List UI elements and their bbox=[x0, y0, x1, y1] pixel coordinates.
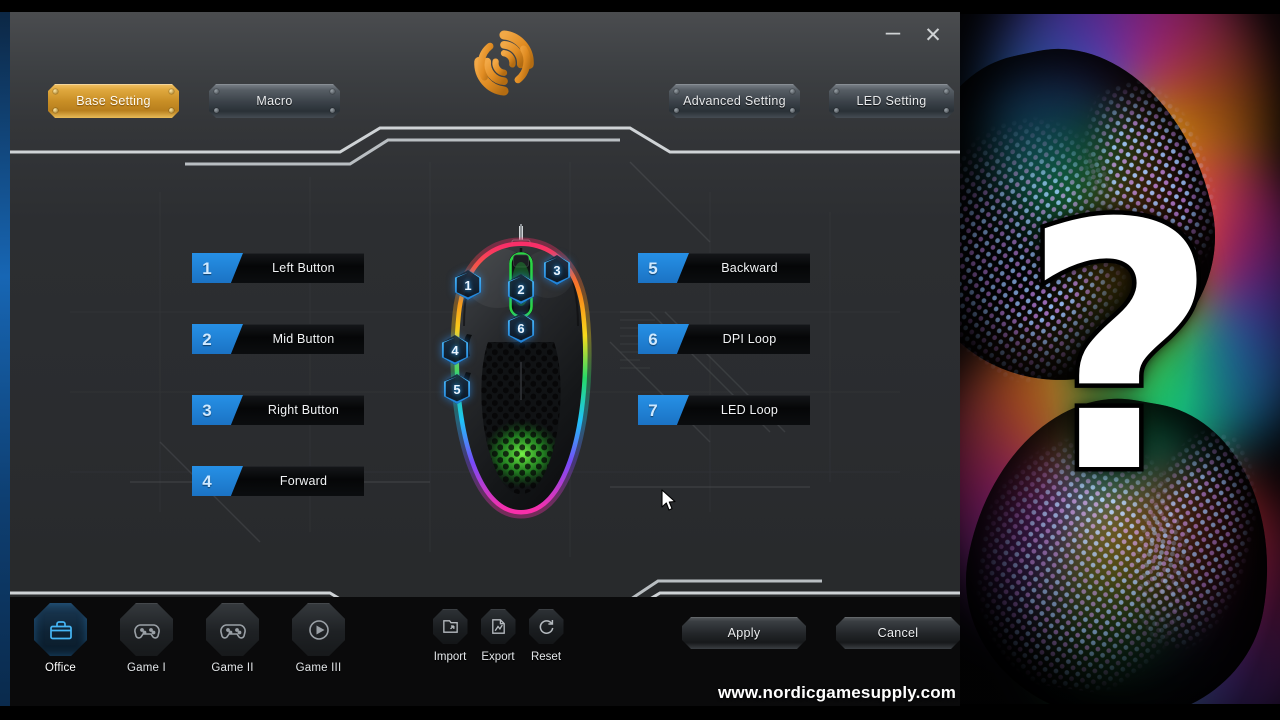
assignment-number-4: 4 bbox=[192, 466, 222, 496]
assignment-number-2: 2 bbox=[192, 324, 222, 354]
letterbox-bottom bbox=[0, 706, 1280, 720]
assignment-row-3[interactable]: 3 Right Button bbox=[192, 395, 364, 425]
app-window: – ✕ Base Setting Macro Advanced Setting bbox=[10, 12, 960, 708]
assignment-label-3: Right Button bbox=[231, 395, 364, 425]
desktop-background-edge bbox=[0, 12, 10, 708]
tab-macro[interactable]: Macro bbox=[209, 84, 340, 118]
profile-game-2-label: Game II bbox=[211, 662, 254, 674]
letterbox-top bbox=[0, 0, 1280, 12]
profile-selector: Office Game I Game II Game III bbox=[34, 603, 345, 674]
profile-game-1[interactable]: Game I bbox=[120, 603, 173, 674]
assignment-label-6: DPI Loop bbox=[677, 324, 810, 354]
tab-led-setting-label: LED Setting bbox=[856, 94, 927, 108]
screenshot-root: ? – ✕ Base Setting Macro Advanced Settin… bbox=[0, 0, 1280, 720]
assignment-row-7[interactable]: 7 LED Loop bbox=[638, 395, 810, 425]
tab-macro-label: Macro bbox=[256, 94, 293, 108]
commit-actions: Apply Cancel bbox=[682, 617, 960, 649]
profile-office[interactable]: Office bbox=[34, 603, 87, 674]
import-label: Import bbox=[433, 651, 467, 663]
briefcase-icon bbox=[34, 603, 87, 656]
assignment-row-6[interactable]: 6 DPI Loop bbox=[638, 324, 810, 354]
tab-base-setting[interactable]: Base Setting bbox=[48, 84, 179, 118]
assignment-row-1[interactable]: 1 Left Button bbox=[192, 253, 364, 283]
tab-bar: Base Setting Macro Advanced Setting LED … bbox=[10, 12, 960, 128]
assignment-row-4[interactable]: 4 Forward bbox=[192, 466, 364, 496]
export-label: Export bbox=[481, 651, 515, 663]
assignment-number-1: 1 bbox=[192, 253, 222, 283]
profile-game-3[interactable]: Game III bbox=[292, 603, 345, 674]
export-action[interactable]: Export bbox=[478, 609, 518, 663]
assignment-label-1: Left Button bbox=[231, 253, 364, 283]
reset-label: Reset bbox=[530, 651, 562, 663]
profile-game-3-label: Game III bbox=[295, 662, 342, 674]
file-actions: Import Export Reset bbox=[430, 609, 566, 663]
assignment-number-5: 5 bbox=[638, 253, 668, 283]
import-action[interactable]: Import bbox=[430, 609, 470, 663]
assignment-label-5: Backward bbox=[677, 253, 810, 283]
profile-office-label: Office bbox=[44, 662, 77, 674]
tab-base-setting-label: Base Setting bbox=[76, 94, 151, 108]
assignment-row-5[interactable]: 5 Backward bbox=[638, 253, 810, 283]
gamepad-icon bbox=[206, 603, 259, 656]
assignment-number-6: 6 bbox=[638, 324, 668, 354]
cancel-button[interactable]: Cancel bbox=[836, 617, 960, 649]
mouse-illustration bbox=[450, 224, 592, 519]
main-stage: 1 Left Button 2 Mid Button 3 Right Butto… bbox=[10, 152, 960, 582]
tab-advanced-setting-label: Advanced Setting bbox=[683, 94, 786, 108]
assignment-number-7: 7 bbox=[638, 395, 668, 425]
watermark: www.nordicgamesupply.com bbox=[718, 683, 957, 702]
assignment-label-4: Forward bbox=[231, 466, 364, 496]
tab-advanced-setting[interactable]: Advanced Setting bbox=[669, 84, 800, 118]
profile-game-1-label: Game I bbox=[127, 662, 166, 674]
mouse-diagram[interactable]: 1 2 3 4 5 6 bbox=[426, 222, 616, 522]
export-icon bbox=[480, 609, 516, 644]
assignment-number-3: 3 bbox=[192, 395, 222, 425]
reset-action[interactable]: Reset bbox=[526, 609, 566, 663]
assignment-label-2: Mid Button bbox=[231, 324, 364, 354]
gamepad-icon bbox=[120, 603, 173, 656]
app-header: – ✕ Base Setting Macro Advanced Setting bbox=[10, 12, 960, 128]
tab-led-setting[interactable]: LED Setting bbox=[829, 84, 954, 118]
assignment-row-2[interactable]: 2 Mid Button bbox=[192, 324, 364, 354]
profile-game-2[interactable]: Game II bbox=[206, 603, 259, 674]
mouse-cursor bbox=[661, 489, 676, 511]
assignment-label-7: LED Loop bbox=[677, 395, 810, 425]
question-mark-overlay: ? bbox=[1017, 152, 1223, 548]
reset-icon bbox=[528, 609, 564, 644]
apply-button[interactable]: Apply bbox=[682, 617, 806, 649]
import-icon bbox=[432, 609, 468, 644]
play-circle-icon bbox=[292, 603, 345, 656]
